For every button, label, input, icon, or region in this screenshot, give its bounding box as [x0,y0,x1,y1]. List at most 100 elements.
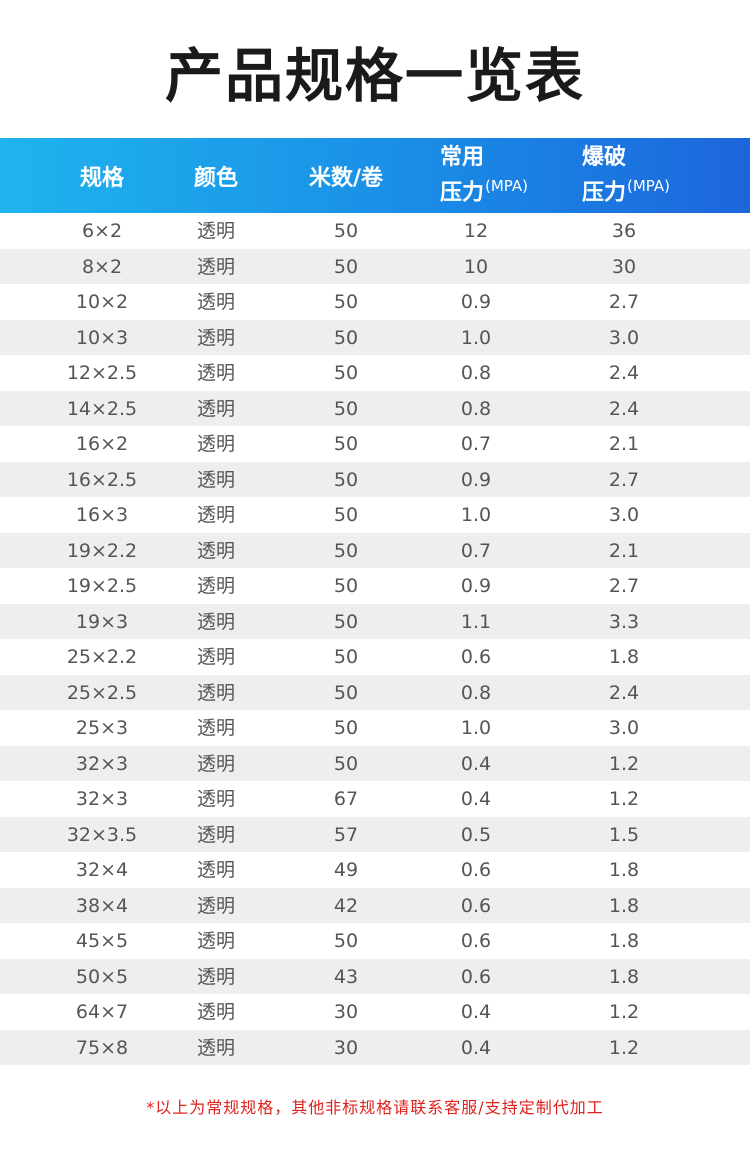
cell-burst-pressure: 1.8 [608,646,640,668]
cell-spec: 10×2 [75,291,129,313]
cell-meters: 30 [333,1001,359,1023]
cell-working-pressure: 0.6 [460,930,492,952]
cell-burst-pressure: 2.7 [608,291,640,313]
cell-spec: 12×2.5 [66,362,138,384]
cell-meters: 67 [333,788,359,810]
cell-meters: 43 [333,965,359,988]
cell-working-pressure: 0.6 [460,859,492,881]
cell-meters: 50 [333,468,359,491]
cell-color: 透明 [196,291,235,313]
cell-spec: 25×3 [75,717,129,739]
cell-spec: 10×3 [75,326,129,349]
cell-color: 透明 [196,1036,235,1059]
cell-meters: 50 [333,433,359,455]
cell-color: 透明 [196,468,235,491]
cell-color: 透明 [196,681,235,704]
cell-spec: 16×3 [75,504,129,526]
cell-burst-pressure: 1.2 [608,752,640,775]
table-row: 25×2.2 透明 50 0.6 1.8 [0,639,750,675]
cell-working-pressure: 1.0 [460,504,492,526]
table-row: 19×2.5 透明 50 0.9 2.7 [0,568,750,604]
cell-meters: 50 [333,646,359,668]
cell-meters: 50 [333,362,359,384]
cell-burst-pressure: 2.4 [608,681,640,704]
cell-meters: 50 [333,717,359,739]
cell-color: 透明 [196,1001,235,1023]
cell-spec: 75×8 [75,1036,129,1059]
cell-burst-pressure: 30 [611,255,637,278]
table-row: 14×2.5 透明 50 0.8 2.4 [0,390,750,426]
cell-meters: 50 [333,575,359,597]
cell-burst-pressure: 1.8 [608,894,640,917]
cell-color: 透明 [196,326,235,349]
cell-color: 透明 [196,930,235,952]
table-row: 19×3 透明 50 1.1 3.3 [0,603,750,639]
cell-working-pressure: 1.0 [460,717,492,739]
cell-working-pressure: 0.9 [460,468,492,491]
cell-spec: 38×4 [75,894,129,917]
table-row: 16×3 透明 50 1.0 3.0 [0,497,750,533]
cell-color: 透明 [196,752,235,775]
cell-meters: 50 [333,504,359,526]
cell-burst-pressure: 3.0 [608,504,640,526]
cell-color: 透明 [196,859,235,881]
cell-spec: 32×3.5 [66,823,138,846]
header-burst-unit: (MPA) [627,176,671,195]
cell-burst-pressure: 3.0 [608,717,640,739]
cell-burst-pressure: 1.2 [608,788,640,810]
cell-meters: 42 [333,894,359,917]
cell-meters: 50 [333,255,359,278]
header-color: 颜色 [193,165,238,191]
header-working-line1: 常用 [440,144,485,170]
cell-working-pressure: 1.1 [460,610,492,633]
cell-working-pressure: 0.5 [460,823,492,846]
cell-burst-pressure: 2.7 [608,468,640,491]
table-row: 75×8 透明 30 0.4 1.2 [0,1029,750,1065]
cell-color: 透明 [196,220,235,242]
page-title: 产品规格一览表 [164,42,585,110]
table-row: 8×2 透明 50 10 30 [0,248,750,284]
header-burst-line2: 压力 [582,180,627,206]
header-meters: 米数/卷 [308,165,384,191]
footnote: *以上为常规规格，其他非标规格请联系客服/支持定制代加工 [146,1098,604,1117]
cell-color: 透明 [196,788,235,810]
cell-color: 透明 [196,397,235,420]
cell-spec: 32×3 [75,788,129,810]
cell-spec: 50×5 [75,965,129,988]
cell-spec: 19×3 [75,610,129,633]
table-header: 规格 颜色 米数/卷 常用 压力(MPA) 爆破 压力(MPA) [0,138,750,213]
table-row: 12×2.5 透明 50 0.8 2.4 [0,355,750,391]
table-row: 32×4 透明 49 0.6 1.8 [0,852,750,888]
cell-burst-pressure: 36 [611,220,637,242]
cell-burst-pressure: 2.4 [608,362,640,384]
cell-working-pressure: 0.7 [460,539,492,562]
cell-spec: 32×3 [75,752,129,775]
table-row: 32×3 透明 50 0.4 1.2 [0,745,750,781]
cell-spec: 32×4 [75,859,129,881]
cell-spec: 25×2.2 [66,646,138,668]
cell-working-pressure: 0.9 [460,291,492,313]
cell-meters: 50 [333,220,359,242]
cell-burst-pressure: 2.1 [608,539,640,562]
cell-color: 透明 [196,823,235,846]
cell-working-pressure: 0.6 [460,646,492,668]
cell-working-pressure: 0.9 [460,575,492,597]
cell-burst-pressure: 2.4 [608,397,640,420]
cell-color: 透明 [196,894,235,917]
cell-spec: 6×2 [81,220,123,242]
cell-working-pressure: 0.4 [460,1001,492,1023]
table-row: 32×3 透明 67 0.4 1.2 [0,781,750,817]
cell-spec: 25×2.5 [66,681,138,704]
cell-color: 透明 [196,965,235,988]
table-row: 38×4 透明 42 0.6 1.8 [0,887,750,923]
table-row: 45×5 透明 50 0.6 1.8 [0,923,750,959]
cell-burst-pressure: 1.2 [608,1001,640,1023]
cell-working-pressure: 0.4 [460,1036,492,1059]
cell-burst-pressure: 2.1 [608,433,640,455]
cell-meters: 50 [333,681,359,704]
cell-burst-pressure: 1.8 [608,965,640,988]
cell-working-pressure: 0.6 [460,894,492,917]
cell-spec: 16×2.5 [66,468,138,491]
table-row: 32×3.5 透明 57 0.5 1.5 [0,816,750,852]
cell-burst-pressure: 1.2 [608,1036,640,1059]
